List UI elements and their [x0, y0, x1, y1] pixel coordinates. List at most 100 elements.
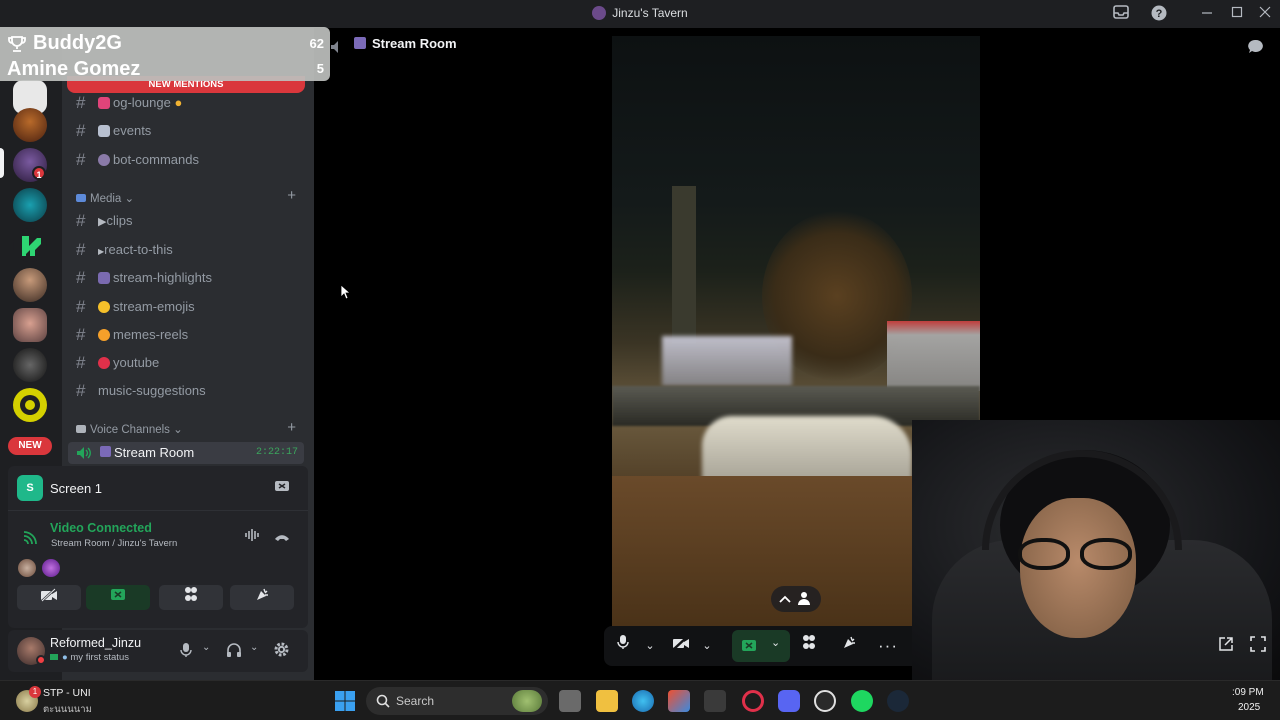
file-explorer-icon[interactable]	[596, 690, 618, 712]
close-icon[interactable]	[1256, 5, 1274, 23]
hash-icon: #	[76, 297, 86, 316]
hash-icon: #	[76, 93, 86, 112]
calendar-emoji-icon	[98, 125, 110, 137]
show-participants-button[interactable]	[771, 586, 821, 612]
add-voice-channel-icon[interactable]: +	[287, 419, 296, 436]
robot-emoji-icon	[98, 154, 110, 166]
unity-icon[interactable]	[704, 690, 726, 712]
store-icon[interactable]	[668, 690, 690, 712]
more-options-icon[interactable]: ···	[875, 634, 901, 658]
hash-icon: #	[76, 211, 86, 230]
red-circle-emoji-icon	[98, 357, 110, 369]
overlay-score-2: 5	[316, 61, 324, 76]
weather-title[interactable]: STP - UNI	[43, 687, 91, 699]
channel-stream-highlights[interactable]: # stream-highlights	[74, 265, 306, 291]
webcam-overlay	[912, 420, 1280, 684]
status-emoji-icon	[50, 654, 58, 660]
activities-button[interactable]	[159, 585, 223, 610]
help-icon[interactable]: ?	[1150, 5, 1168, 23]
hash-icon: #	[76, 121, 86, 140]
camera-off-icon[interactable]	[668, 634, 694, 658]
start-icon[interactable]	[334, 690, 356, 717]
channel-react-to-this[interactable]: # ▶react-to-this	[74, 237, 306, 263]
noise-suppression-icon[interactable]	[244, 528, 260, 547]
voice-connection-panel: S Screen 1 Video Connected Stream Room /…	[8, 466, 308, 628]
clock-date[interactable]: 2025	[1238, 702, 1260, 713]
channel-music-suggestions[interactable]: # music-suggestions	[74, 378, 306, 404]
minimize-icon[interactable]	[1198, 5, 1216, 23]
fullscreen-icon[interactable]	[1250, 636, 1266, 657]
hash-icon: #	[76, 150, 86, 169]
chevron-down-icon[interactable]: ⌄	[771, 636, 780, 649]
channel-og-lounge[interactable]: # og-lounge ●	[74, 90, 306, 116]
steam-icon[interactable]	[887, 690, 909, 712]
chevron-down-icon[interactable]: ⌄	[637, 634, 663, 658]
opera-icon[interactable]	[742, 690, 764, 712]
channel-memes-reels[interactable]: # memes-reels	[74, 322, 306, 348]
room-emoji-icon	[100, 446, 111, 457]
channel-clips[interactable]: # ▶clips	[74, 208, 306, 234]
edge-icon[interactable]	[632, 690, 654, 712]
channel-stream-emojis[interactable]: # stream-emojis	[74, 294, 306, 320]
stop-screen-share-icon[interactable]	[274, 479, 290, 500]
participant-avatar[interactable]	[42, 559, 60, 577]
channel-events[interactable]: # events	[74, 118, 306, 144]
soundboard-icon[interactable]	[836, 634, 862, 658]
server-icon-part2[interactable]	[13, 108, 47, 142]
server-icon-007[interactable]	[13, 348, 47, 382]
cursor-icon	[340, 284, 352, 300]
task-view-icon[interactable]	[559, 690, 581, 712]
user-status[interactable]: ● my first status	[50, 652, 129, 663]
discord-icon[interactable]	[778, 690, 800, 712]
microphone-icon[interactable]	[610, 634, 636, 658]
spotify-icon[interactable]	[851, 690, 873, 712]
server-icon-face[interactable]	[13, 308, 47, 342]
server-icon-teal[interactable]	[13, 188, 47, 222]
steam-helper-icon[interactable]	[814, 690, 836, 712]
new-badge[interactable]: NEW	[8, 437, 52, 455]
call-controls: ⌄ ⌄ ⌄ ···	[604, 626, 934, 666]
overlay-score-1: 62	[309, 36, 324, 51]
trophy-icon	[8, 36, 26, 52]
camera-off-button[interactable]	[17, 585, 81, 610]
server-icon-yellow[interactable]	[13, 388, 47, 422]
search-highlight-icon	[512, 690, 542, 712]
username[interactable]: Reformed_Jinzu	[50, 636, 141, 650]
server-icon-green[interactable]	[13, 228, 47, 262]
headset-band-shape	[982, 450, 1182, 550]
voice-channel-icon	[330, 40, 344, 59]
channel-bot-commands[interactable]: # bot-commands	[74, 147, 306, 173]
category-voice-channels[interactable]: Voice Channels ⌄	[76, 422, 183, 436]
soundboard-button[interactable]	[230, 585, 294, 610]
gear-icon[interactable]	[273, 641, 290, 663]
chevron-down-icon[interactable]: ⌄	[250, 642, 258, 653]
headphones-icon[interactable]	[226, 642, 242, 663]
voice-channel-stream-room[interactable]: Stream Room 2:22:17	[68, 442, 304, 464]
add-channel-icon[interactable]: +	[287, 187, 296, 204]
chevron-down-icon[interactable]: ⌄	[202, 642, 210, 653]
screen-label: Screen 1	[50, 481, 103, 496]
popout-icon[interactable]	[1218, 636, 1234, 657]
server-icon-portrait[interactable]	[13, 268, 47, 302]
category-media[interactable]: Media ⌄	[76, 191, 134, 205]
signal-icon	[23, 531, 37, 545]
chevron-down-icon[interactable]: ⌄	[694, 634, 720, 658]
taskbar-search[interactable]: Search	[366, 687, 548, 715]
weather-subtitle[interactable]: ตะนนนนาม	[43, 702, 92, 717]
channel-youtube[interactable]: # youtube	[74, 350, 306, 376]
clock-time[interactable]: :09 PM	[1232, 687, 1264, 698]
connection-status[interactable]: Video Connected	[50, 521, 152, 535]
microphone-icon[interactable]	[180, 642, 192, 663]
participant-avatar[interactable]	[18, 559, 36, 577]
screen-share-toggle[interactable]: ⌄	[732, 630, 790, 662]
chat-icon[interactable]	[1247, 38, 1265, 61]
inbox-icon[interactable]	[1112, 5, 1130, 23]
voice-duration: 2:22:17	[255, 447, 298, 458]
connection-location[interactable]: Stream Room / Jinzu's Tavern	[51, 538, 177, 549]
activities-icon[interactable]	[796, 634, 822, 658]
screen-share-button[interactable]	[86, 585, 150, 610]
maximize-icon[interactable]	[1228, 5, 1246, 23]
disconnect-icon[interactable]	[274, 530, 290, 548]
hash-icon: #	[76, 325, 86, 344]
building-shape	[887, 321, 980, 391]
